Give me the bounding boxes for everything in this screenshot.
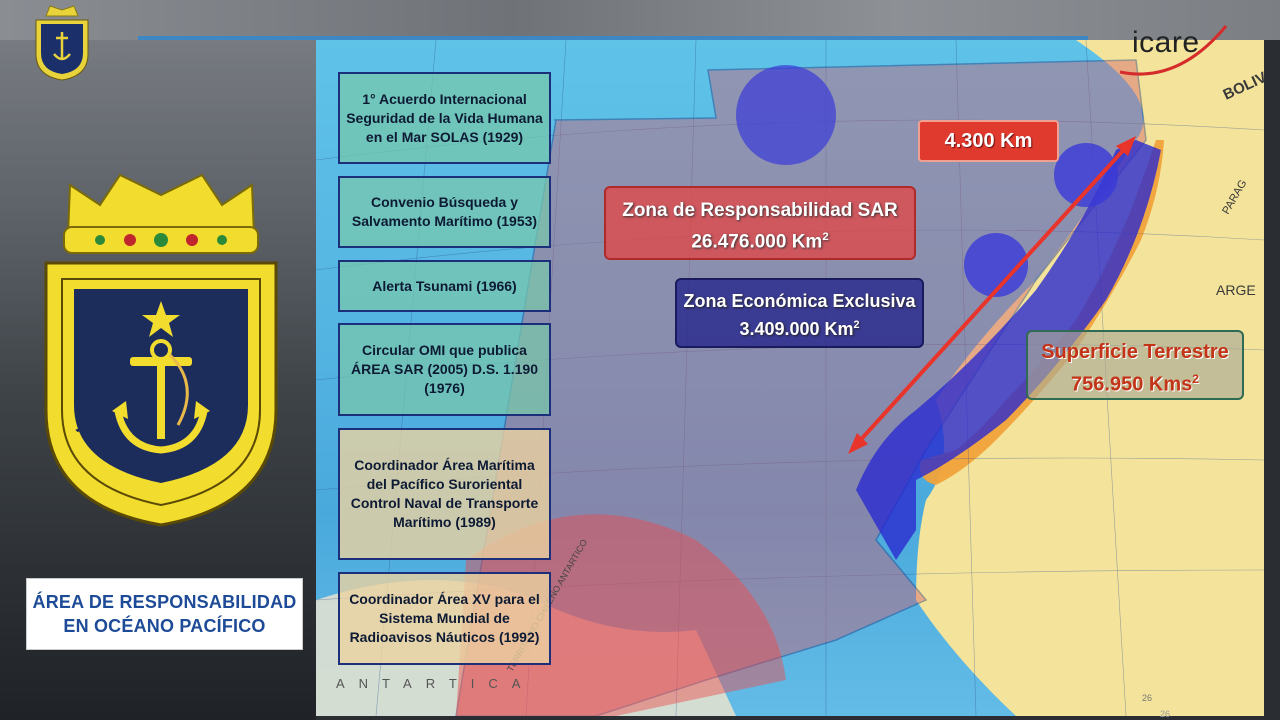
sar-zone-value: 26.476.000 Km [691,231,823,253]
timeline-item-omi: Circular OMI que publica ÁREA SAR (2005)… [338,323,551,416]
page-title-line1: ÁREA DE RESPONSABILIDAD [32,592,297,612]
coast-distance-badge: 4.300 Km [918,120,1059,162]
map-label-argentina: ARGE [1216,282,1256,298]
zee-unit-sup: 2 [853,319,860,331]
land-surface-value: 756.950 Kms [1071,373,1193,396]
page-number: 26 [1142,693,1153,703]
sar-zone-unit-sup: 2 [822,231,829,243]
timeline-item-tsunami: Alerta Tsunami (1966) [338,260,551,312]
page-title-box: ÁREA DE RESPONSABILIDAD EN OCÉANO PACÍFI… [26,578,303,650]
timeline-item-coordinador-xv: Coordinador Área XV para el Sistema Mund… [338,572,551,665]
armada-de-chile-crest-icon: ARMADA DE CHILE [40,165,278,527]
navy-crest-small-icon [35,5,89,81]
zee-value: 3.409.000 Km [739,319,854,339]
timeline-item-solas: 1° Acuerdo Internacional Seguridad de la… [338,72,551,164]
land-surface-title: Superficie Terrestre [1041,341,1229,363]
timeline-item-coordinador-pacifico: Coordinador Área Marítima del Pacífico S… [338,428,551,560]
sar-zone-label: Zona de Responsabilidad SAR 26.476.000 K… [604,186,916,260]
land-surface-label: Superficie Terrestre 756.950 Kms2 [1026,330,1244,400]
timeline-item-busqueda: Convenio Búsqueda y Salvamento Marítimo … [338,176,551,248]
land-surface-unit-sup: 2 [1192,372,1199,386]
icare-logo-text: icare [1132,26,1200,59]
map-label-antartica: ANTARTICA [336,676,534,691]
zee-title: Zona Económica Exclusiva [683,291,916,311]
page-number-secondary: 26 [1160,709,1171,719]
zee-label: Zona Económica Exclusiva 3.409.000 Km2 [675,278,924,348]
sar-zone-title: Zona de Responsabilidad SAR [622,200,898,221]
page-title-line2: EN OCÉANO PACÍFICO [63,616,266,636]
top-banner [0,0,1280,40]
